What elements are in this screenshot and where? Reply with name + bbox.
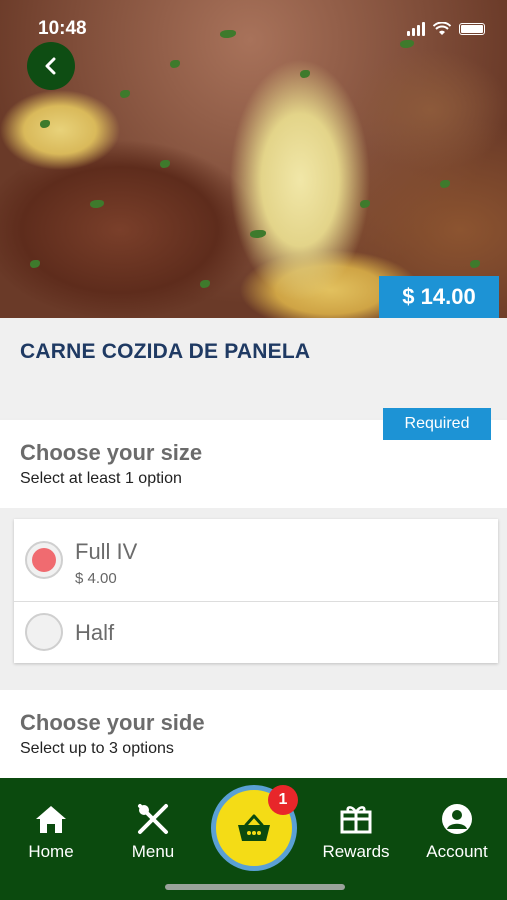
- price-tag: $ 14.00: [379, 276, 499, 318]
- item-title: CARNE COZIDA DE PANELA: [20, 340, 311, 363]
- status-icons: [407, 22, 485, 36]
- chevron-left-icon: [45, 57, 56, 75]
- side-section-title: Choose your side: [20, 710, 205, 735]
- battery-icon: [459, 23, 485, 35]
- wifi-icon: [433, 22, 451, 35]
- account-icon: [442, 804, 472, 834]
- option-half[interactable]: Half: [14, 602, 498, 663]
- item-photo: [0, 0, 507, 318]
- home-indicator: [165, 884, 345, 890]
- option-full-iv[interactable]: Full IV $ 4.00: [14, 519, 498, 602]
- option-label: Full IV: [75, 539, 138, 564]
- option-label: Half: [75, 620, 115, 645]
- gift-icon: [340, 806, 372, 834]
- signal-icon: [407, 22, 425, 36]
- radio-half[interactable]: [25, 613, 63, 651]
- status-time: 10:48: [38, 18, 87, 39]
- nav-home-label: Home: [28, 842, 74, 861]
- size-section-title: Choose your size: [20, 440, 203, 465]
- nav-account[interactable]: Account: [412, 802, 502, 862]
- nav-rewards[interactable]: Rewards: [311, 802, 401, 862]
- side-section-subtitle: Select up to 3 options: [20, 740, 174, 757]
- cart-count-badge: 1: [268, 785, 298, 815]
- basket-icon: [238, 814, 270, 841]
- option-price: $ 4.00: [75, 570, 117, 587]
- nav-home[interactable]: Home: [6, 802, 96, 862]
- home-icon: [36, 806, 66, 833]
- nav-menu-label: Menu: [131, 842, 175, 861]
- status-bar: 10:48: [0, 10, 507, 40]
- required-badge: Required: [383, 408, 491, 440]
- nav-rewards-label: Rewards: [322, 842, 390, 861]
- fork-knife-icon: [138, 804, 168, 834]
- nav-account-label: Account: [426, 842, 488, 861]
- size-options-list: Full IV $ 4.00 Half: [14, 519, 498, 663]
- nav-menu[interactable]: Menu: [108, 802, 198, 862]
- size-section-subtitle: Select at least 1 option: [20, 470, 182, 487]
- title-band: CARNE COZIDA DE PANELA: [0, 318, 507, 418]
- radio-full-iv[interactable]: [25, 541, 63, 579]
- back-button[interactable]: [27, 42, 75, 90]
